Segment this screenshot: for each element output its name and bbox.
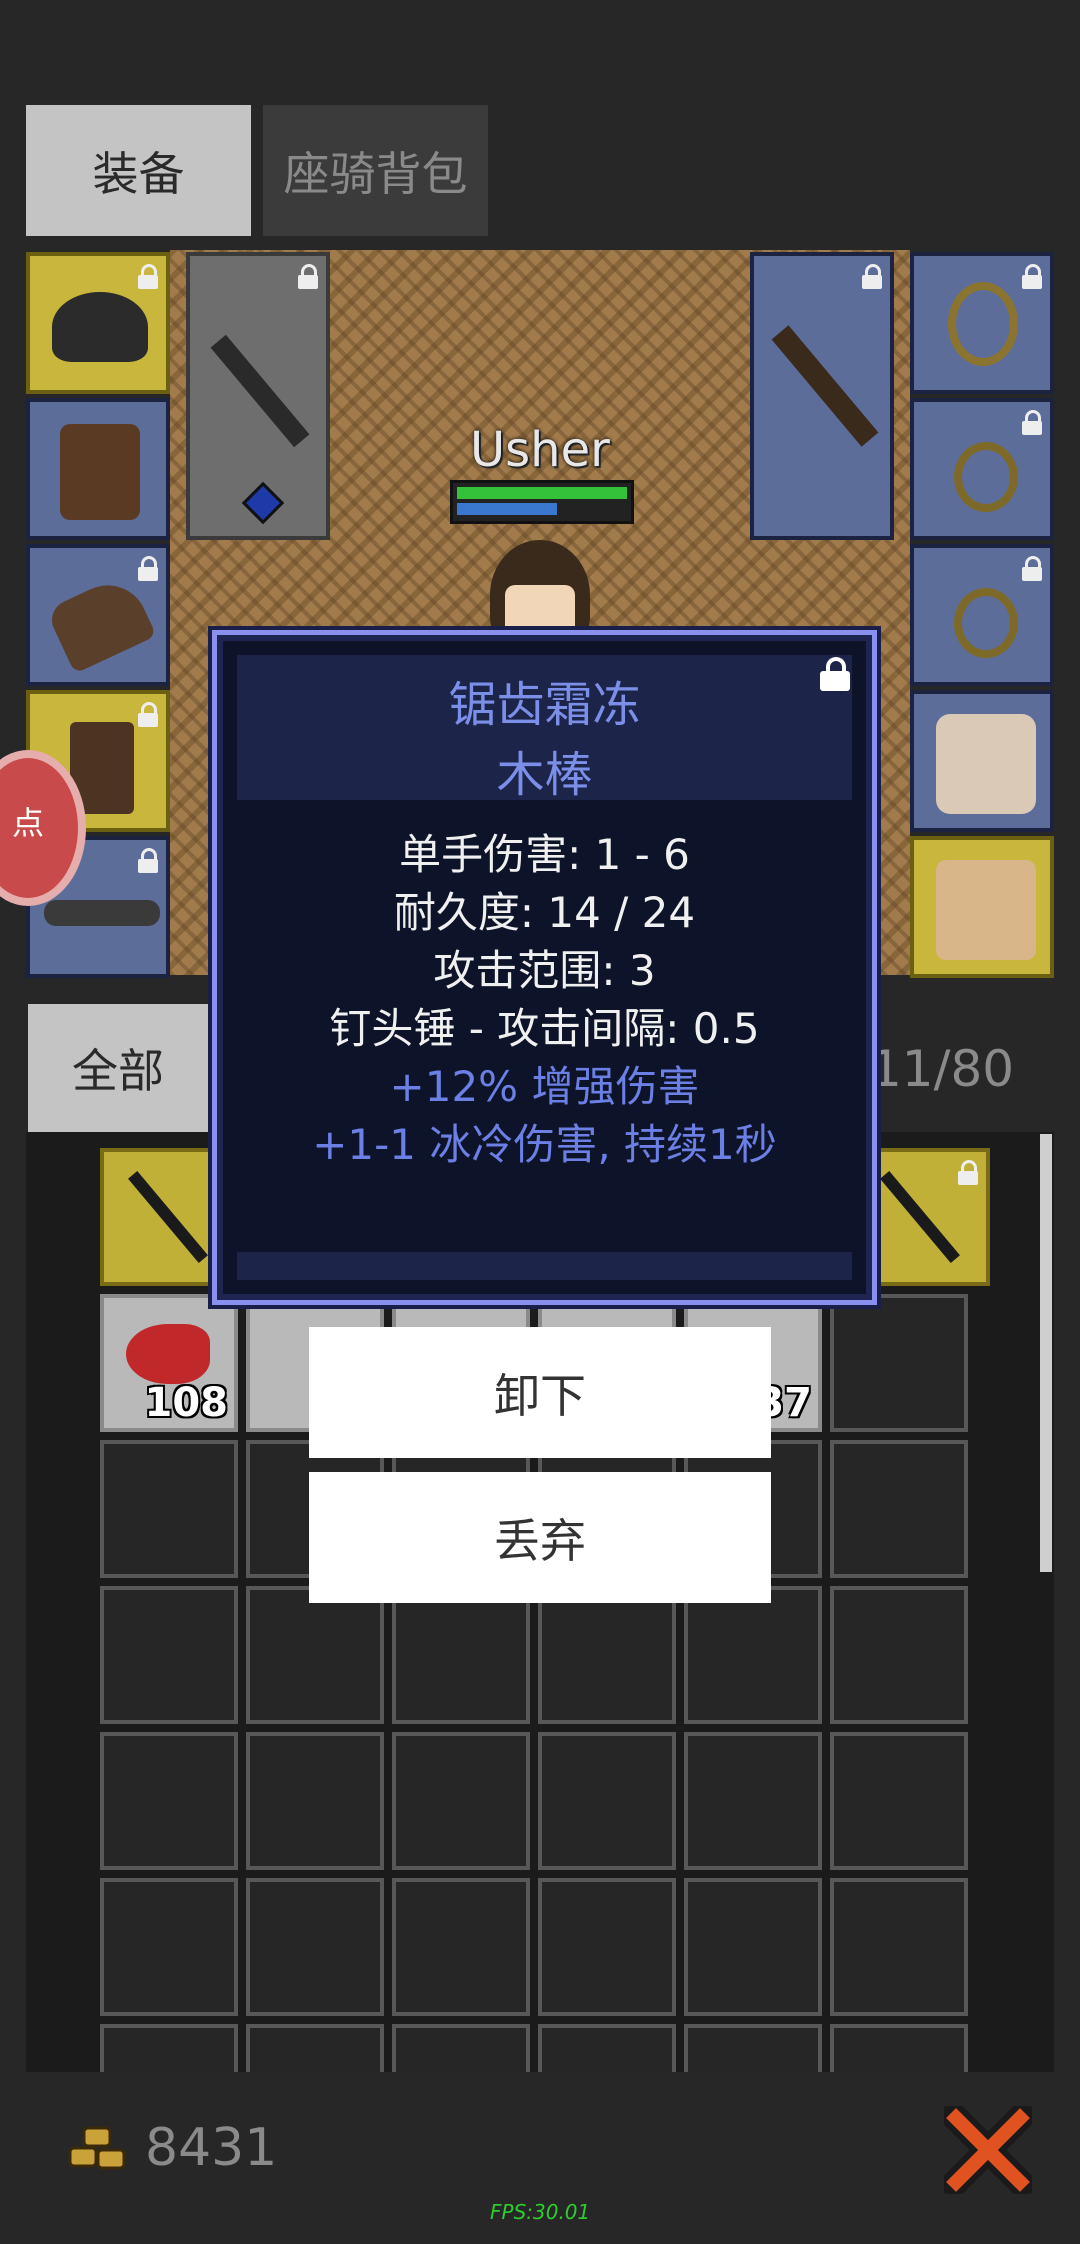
- item-stat: 耐久度: 14 / 24: [393, 888, 696, 937]
- bag-slot[interactable]: [246, 1732, 384, 1870]
- bag-slot[interactable]: [830, 1440, 968, 1578]
- slot-amulet[interactable]: [910, 252, 1054, 394]
- lock-icon: [1022, 410, 1042, 436]
- bag-slot[interactable]: [684, 1732, 822, 1870]
- bag-capacity: 11/80: [870, 1040, 1015, 1098]
- bag-slot[interactable]: [100, 1440, 238, 1578]
- item-stat: 单手伤害: 1 - 6: [399, 830, 690, 879]
- bag-slot[interactable]: [684, 1586, 822, 1724]
- unequip-button[interactable]: 卸下: [309, 1327, 771, 1458]
- gloves-icon: [45, 572, 157, 674]
- slot-ring-2[interactable]: [910, 544, 1054, 686]
- slot-pet[interactable]: [910, 690, 1054, 832]
- item-stat: 钉头锤 - 攻击间隔: 0.5: [329, 1004, 760, 1053]
- armor-icon: [60, 424, 140, 520]
- mount-card-icon: [936, 860, 1036, 960]
- amulet-icon: [948, 282, 1018, 366]
- item-modifier: +12% 增强伤害: [389, 1062, 700, 1111]
- tooltip-footer: [237, 1252, 852, 1280]
- lock-icon: [138, 848, 158, 874]
- bag-slot[interactable]: [392, 1586, 530, 1724]
- bag-slot[interactable]: [100, 1732, 238, 1870]
- ring-icon: [954, 588, 1018, 658]
- bag-slot[interactable]: [392, 1878, 530, 2016]
- gold-coins-icon: [68, 2126, 126, 2170]
- slot-off-weapon[interactable]: [750, 252, 894, 540]
- lock-icon: [138, 264, 158, 290]
- bag-slot[interactable]: [830, 1586, 968, 1724]
- club-icon: [210, 334, 310, 448]
- slot-armor[interactable]: [26, 398, 170, 540]
- pet-portrait-icon: [936, 714, 1036, 814]
- club-icon: [771, 325, 879, 447]
- fps-counter: FPS:30.01: [490, 2200, 591, 2224]
- hero-name: Usher: [470, 422, 610, 478]
- slot-main-weapon[interactable]: [186, 252, 330, 540]
- bag-slot[interactable]: [392, 1732, 530, 1870]
- lock-icon: [138, 556, 158, 582]
- tab-equipment[interactable]: 装备: [26, 105, 251, 236]
- bag-slot[interactable]: [538, 1878, 676, 2016]
- bag-slot[interactable]: [246, 1586, 384, 1724]
- bag-slot[interactable]: [830, 1878, 968, 2016]
- bag-slot[interactable]: 108: [100, 1294, 238, 1432]
- bag-slot[interactable]: [246, 1878, 384, 2016]
- bag-slot[interactable]: [100, 2024, 238, 2072]
- lock-icon: [862, 264, 882, 290]
- bag-slot[interactable]: [684, 2024, 822, 2072]
- item-modifier: +1-1 冰冷伤害, 持续1秒: [312, 1120, 777, 1169]
- slot-helmet[interactable]: [26, 252, 170, 394]
- item-quantity: 108: [144, 1380, 229, 1426]
- bag-slot[interactable]: [830, 1294, 968, 1432]
- bag-slot[interactable]: [684, 1878, 822, 2016]
- lock-icon: [138, 702, 158, 728]
- slot-gloves[interactable]: [26, 544, 170, 686]
- bag-slot[interactable]: [246, 2024, 384, 2072]
- tab-mount-bag[interactable]: 座骑背包: [263, 105, 488, 236]
- lock-icon: [958, 1160, 978, 1186]
- bag-slot[interactable]: [538, 2024, 676, 2072]
- slot-ring-1[interactable]: [910, 398, 1054, 540]
- bag-filter-all[interactable]: 全部: [28, 1004, 208, 1132]
- item-stat: 攻击范围: 3: [433, 946, 656, 995]
- belt-icon: [44, 900, 160, 926]
- bag-slot[interactable]: [830, 1732, 968, 1870]
- bag-slot[interactable]: [538, 1732, 676, 1870]
- bag-slot[interactable]: [100, 1878, 238, 2016]
- bag-scrollbar[interactable]: [1040, 1134, 1052, 1572]
- item-affix-name: 锯齿霜冻: [448, 677, 641, 733]
- lock-icon: [1022, 264, 1042, 290]
- gem-icon: [241, 481, 285, 525]
- gold-amount: 8431: [145, 2118, 278, 2178]
- badge-label: 点: [12, 804, 45, 842]
- discard-button[interactable]: 丢弃: [309, 1472, 771, 1603]
- staff-icon: [880, 1171, 960, 1263]
- slot-mount[interactable]: [910, 836, 1054, 978]
- lock-icon: [1022, 556, 1042, 582]
- bag-slot[interactable]: [100, 1586, 238, 1724]
- bag-slot[interactable]: [392, 2024, 530, 2072]
- item-tooltip: 锯齿霜冻 木棒 单手伤害: 1 - 6 耐久度: 14 / 24 攻击范围: 3…: [212, 630, 877, 1305]
- meat-icon: [126, 1324, 210, 1384]
- helmet-icon: [52, 292, 148, 362]
- bag-slot[interactable]: [830, 2024, 968, 2072]
- staff-icon: [128, 1171, 208, 1263]
- close-icon[interactable]: [944, 2106, 1032, 2194]
- item-base-name: 木棒: [496, 747, 593, 803]
- ring-icon: [954, 442, 1018, 512]
- bag-slot[interactable]: [538, 1586, 676, 1724]
- hero-hp-bar: [450, 480, 634, 524]
- lock-icon: [298, 264, 318, 290]
